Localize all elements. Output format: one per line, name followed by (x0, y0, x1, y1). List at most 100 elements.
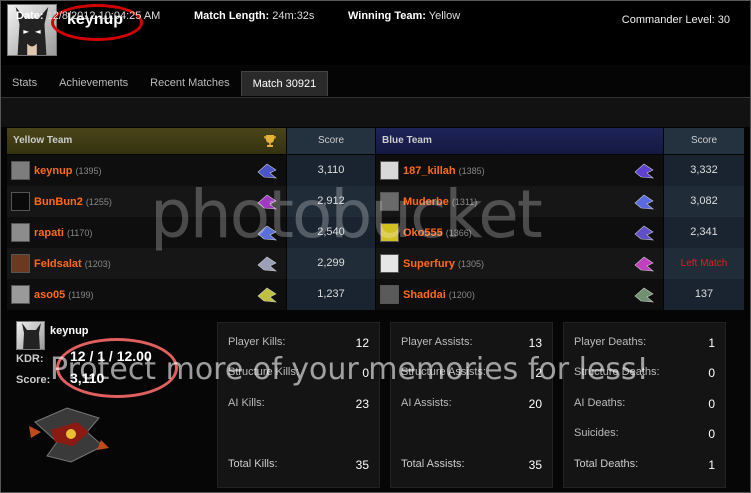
trophy-icon (264, 135, 276, 147)
player-name-link[interactable]: Shaddai (1200) (403, 289, 475, 301)
player-name[interactable]: keynup (34, 165, 73, 177)
blue-score-header: Score (664, 128, 744, 154)
player-cell: rapati (1170) (7, 217, 286, 248)
ai-deaths-label: AI Deaths: (574, 397, 626, 409)
player-name-link[interactable]: Muderbe (1311) (403, 196, 477, 208)
table-row: Superfury (1305) Left Match (376, 248, 744, 279)
player-score: 137 (664, 279, 744, 310)
player-name-link[interactable]: Oko555 (1366) (403, 227, 472, 239)
player-cell: keynup (1395) (7, 155, 286, 186)
player-kills-row: Player Kills: 12 (228, 336, 369, 356)
structure-kills-value: 0 (362, 366, 369, 380)
player-name[interactable]: rapati (34, 227, 64, 239)
player-name-link[interactable]: aso05 (1199) (34, 289, 94, 301)
table-row: rapati (1170) 2,540 (7, 217, 375, 248)
player-rating: (1170) (66, 228, 93, 238)
table-row: Shaddai (1200) 137 (376, 279, 744, 310)
ai-deaths-row: AI Deaths: 0 (574, 397, 715, 417)
structure-assists-row: Structure Assists: 2 (401, 366, 542, 386)
structure-deaths-value: 0 (708, 366, 715, 380)
player-rating: (1311) (451, 197, 478, 207)
player-score: 3,110 (287, 155, 375, 186)
player-deaths-row: Player Deaths: 1 (574, 336, 715, 356)
ship-icon (256, 224, 278, 242)
player-kills-label: Player Kills: (228, 336, 286, 348)
structure-kills-label: Structure Kills: (228, 366, 299, 378)
structure-assists-value: 2 (535, 366, 542, 380)
annotation-circle (56, 338, 178, 398)
player-name-link[interactable]: rapati (1170) (34, 227, 92, 239)
player-score: 3,082 (664, 186, 744, 217)
player-cell: Shaddai (1200) (376, 279, 663, 310)
structure-assists-label: Structure Assists: (401, 366, 486, 378)
player-avatar-icon (380, 192, 399, 211)
player-avatar-icon (380, 254, 399, 273)
total-assists-label: Total Assists: (401, 458, 465, 470)
winner-value: Yellow (428, 10, 461, 22)
total-deaths-label: Total Deaths: (574, 458, 639, 470)
suicides-label: Suicides: (574, 427, 619, 439)
player-name[interactable]: BunBun2 (34, 196, 83, 208)
player-name-link[interactable]: Superfury (1305) (403, 258, 484, 270)
tab-stats[interactable]: Stats (1, 71, 48, 96)
table-row: BunBun2 (1255) 2,912 (7, 186, 375, 217)
player-name-link[interactable]: keynup (1395) (34, 165, 102, 177)
blue-team-header: Blue Team (376, 128, 663, 154)
player-score: 1,237 (287, 279, 375, 310)
player-rating: (1203) (84, 259, 111, 269)
kills-column: Player Kills: 12 Structure Kills: 0 AI Kil… (217, 322, 380, 488)
total-assists-value: 35 (528, 458, 542, 472)
winner-label: Winning Team: (348, 10, 426, 22)
player-name[interactable]: Feldsalat (34, 258, 82, 270)
player-name-link[interactable]: 187_killah (1385) (403, 165, 485, 177)
table-row: Feldsalat (1203) 2,299 (7, 248, 375, 279)
ship-icon (29, 407, 109, 463)
date-label: Date: (16, 10, 44, 22)
ai-kills-row: AI Kills: 23 (228, 397, 369, 417)
player-avatar-icon (380, 285, 399, 304)
yellow-team-header: Yellow Team (7, 128, 286, 154)
table-row: Oko555 (1366) 2,341 (376, 217, 744, 248)
tab-recent-matches[interactable]: Recent Matches (139, 71, 240, 96)
player-score: 3,332 (664, 155, 744, 186)
kdr-label: KDR: (16, 353, 44, 365)
total-assists-row: Total Assists: 35 (401, 458, 542, 478)
player-name[interactable]: Oko555 (403, 227, 443, 239)
player-avatar-icon (380, 161, 399, 180)
player-avatar (16, 321, 45, 350)
player-score: 2,341 (664, 217, 744, 248)
player-name[interactable]: Muderbe (403, 196, 449, 208)
player-avatar-icon (11, 192, 30, 211)
ai-assists-row: AI Assists: 20 (401, 397, 542, 417)
player-assists-label: Player Assists: (401, 336, 473, 348)
player-name[interactable]: Superfury (403, 258, 455, 270)
player-avatar-icon (11, 161, 30, 180)
ai-assists-value: 20 (528, 397, 542, 411)
date-value: 12/8/2012 10:04:25 AM (46, 10, 161, 22)
player-cell: aso05 (1199) (7, 279, 286, 310)
ship-icon (633, 193, 655, 211)
player-cell: Superfury (1305) (376, 248, 663, 279)
player-name[interactable]: 187_killah (403, 165, 456, 177)
batman-avatar-icon (22, 323, 41, 349)
ai-kills-value: 23 (355, 397, 369, 411)
player-name-link[interactable]: BunBun2 (1255) (34, 196, 112, 208)
length-value: 24m:32s (272, 10, 315, 22)
ship-icon (256, 193, 278, 211)
player-rating: (1385) (458, 166, 485, 176)
player-name[interactable]: aso05 (34, 289, 65, 301)
player-name-link[interactable]: Feldsalat (1203) (34, 258, 111, 270)
tab-match[interactable]: Match 30921 (240, 71, 329, 96)
player-deaths-value: 1 (708, 336, 715, 350)
player-rating: (1366) (445, 228, 472, 238)
player-rating: (1199) (68, 290, 94, 300)
yellow-score-header: Score (287, 128, 375, 154)
score-label: Score: (16, 374, 51, 386)
match-info-bar (1, 97, 750, 127)
tab-achievements[interactable]: Achievements (48, 71, 139, 96)
match-length: Match Length: 24m:32s (194, 10, 314, 22)
commander-level: Commander Level: 30 (621, 14, 730, 26)
tab-bar: Stats Achievements Recent Matches Match … (1, 71, 750, 96)
player-avatar-icon (11, 285, 30, 304)
player-name[interactable]: Shaddai (403, 289, 446, 301)
